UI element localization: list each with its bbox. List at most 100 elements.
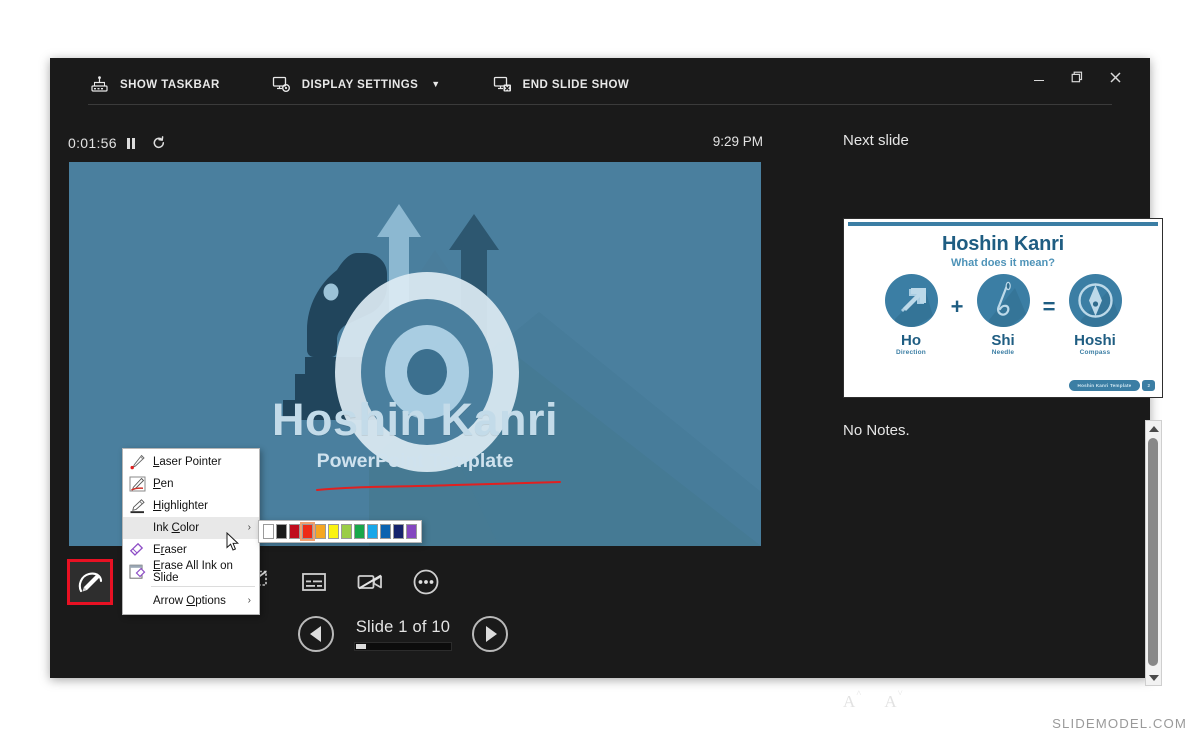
ink-swatch-white[interactable] <box>263 524 274 539</box>
ink-swatch-light-green[interactable] <box>341 524 352 539</box>
pause-timer-button[interactable] <box>117 132 145 154</box>
notes-text: No Notes. <box>843 422 910 439</box>
ink-color-palette <box>258 520 422 543</box>
arrow-up-right-icon <box>884 274 938 327</box>
presenter-top-toolbar: SHOW TASKBAR DISPLAY SETTINGS ▼ END SLID… <box>50 58 1150 106</box>
presenter-view-window: SHOW TASKBAR DISPLAY SETTINGS ▼ END SLID… <box>50 58 1163 711</box>
slide-title: Hoshin Kanri <box>271 394 559 445</box>
ink-swatch-dark-red[interactable] <box>289 524 300 539</box>
restart-icon <box>153 136 164 149</box>
menu-item-highlighter[interactable]: Highlighter <box>123 495 259 517</box>
next-slide-button[interactable] <box>472 616 508 652</box>
toolbar-divider <box>88 104 1112 105</box>
window-controls <box>1022 64 1132 90</box>
camera-button[interactable] <box>350 562 390 602</box>
previous-slide-button[interactable] <box>298 616 334 652</box>
thumbnail-equation-row: Ho Direction + Shi Needle = Hoshi Compas… <box>844 274 1162 356</box>
pause-icon <box>126 137 136 149</box>
menu-item-erase-all-ink[interactable]: Erase All Ink on Slide <box>123 560 259 584</box>
chevron-down-icon: ▼ <box>431 78 441 89</box>
menu-label-pen: Pen <box>153 478 174 490</box>
menu-label-ink-color: Ink Color <box>153 522 200 534</box>
show-taskbar-button[interactable]: SHOW TASKBAR <box>90 74 220 95</box>
next-slide-thumbnail[interactable]: Hoshin Kanri What does it mean? Ho Direc <box>843 218 1163 398</box>
thumbnail-word-ho: Ho <box>901 332 921 349</box>
thumbnail-subtitle: What does it mean? <box>951 257 1055 269</box>
end-show-icon <box>493 76 512 93</box>
eraser-icon <box>129 542 146 558</box>
display-settings-icon <box>272 76 291 93</box>
ink-swatch-purple[interactable] <box>406 524 417 539</box>
pen-tool-icon <box>129 476 146 492</box>
slide-progress-fill <box>356 643 366 649</box>
arrow-right-icon <box>486 626 497 642</box>
menu-label-erase-all-ink: Erase All Ink on Slide <box>153 560 233 584</box>
end-slide-show-button[interactable]: END SLIDE SHOW <box>493 74 630 95</box>
subtitles-button[interactable] <box>294 562 334 602</box>
ink-swatch-yellow[interactable] <box>328 524 339 539</box>
wall-clock: 9:29 PM <box>712 134 763 149</box>
show-taskbar-label: SHOW TASKBAR <box>120 78 220 91</box>
submenu-arrow-icon: › <box>247 522 251 533</box>
end-slide-show-label: END SLIDE SHOW <box>522 78 630 91</box>
ink-swatch-dark-blue[interactable] <box>393 524 404 539</box>
ink-swatch-green[interactable] <box>354 524 365 539</box>
slide-progress-bar[interactable] <box>354 641 452 651</box>
thumbnail-caption-direction: Direction <box>896 348 926 356</box>
display-settings-button[interactable]: DISPLAY SETTINGS ▼ <box>272 74 441 95</box>
thumbnail-operator-equals: = <box>1042 293 1056 319</box>
menu-item-laser-pointer[interactable]: Laser Pointer <box>123 451 259 473</box>
ink-swatch-orange[interactable] <box>315 524 326 539</box>
increase-font-label: A <box>843 692 856 711</box>
compass-icon <box>1068 274 1122 327</box>
ink-swatch-blue[interactable] <box>380 524 391 539</box>
camera-off-icon <box>357 574 382 590</box>
submenu-arrow-icon: › <box>247 595 251 606</box>
scroll-down-button[interactable] <box>1145 669 1162 686</box>
thumbnail-accent-bar <box>848 222 1158 226</box>
timer-group: 0:01:56 <box>68 132 173 154</box>
notes-scrollbar[interactable] <box>1145 420 1162 686</box>
restart-timer-button[interactable] <box>145 132 173 154</box>
caret-down-icon <box>1148 674 1159 681</box>
ink-swatch-light-blue[interactable] <box>367 524 378 539</box>
display-settings-label: DISPLAY SETTINGS <box>301 78 419 91</box>
thumbnail-word-hoshi: Hoshi <box>1074 332 1116 349</box>
decrease-font-button[interactable]: A˅ <box>884 688 902 712</box>
slide-counter: Slide 1 of 10 <box>354 618 452 651</box>
needle-icon <box>976 274 1030 327</box>
increase-font-button[interactable]: A˄ <box>843 688 861 712</box>
restore-button[interactable] <box>1060 64 1094 90</box>
menu-label-laser-pointer: Laser Pointer <box>153 456 222 468</box>
ink-annotation-stroke <box>315 480 565 492</box>
caret-up-icon: ˄ <box>856 688 862 699</box>
thumbnail-caption-needle: Needle <box>991 348 1015 356</box>
pen-tools-button[interactable] <box>67 559 113 605</box>
decrease-font-label: A <box>884 692 897 711</box>
elapsed-timer: 0:01:56 <box>68 135 117 151</box>
scrollbar-thumb[interactable] <box>1148 438 1158 666</box>
minimize-button[interactable] <box>1022 64 1056 90</box>
ink-swatch-black[interactable] <box>276 524 287 539</box>
menu-label-arrow-options: Arrow Options <box>153 595 226 607</box>
thumbnail-footer-page: 2 <box>1142 380 1155 391</box>
more-dots-icon <box>413 569 439 595</box>
menu-label-highlighter: Highlighter <box>153 500 208 512</box>
slide-counter-label: Slide 1 of 10 <box>355 617 451 636</box>
menu-item-pen[interactable]: Pen <box>123 473 259 495</box>
erase-all-icon <box>129 564 146 580</box>
thumbnail-title: Hoshin Kanri <box>941 233 1065 255</box>
pen-icon <box>78 572 103 593</box>
ink-swatch-red[interactable] <box>300 522 315 541</box>
caret-up-icon <box>1148 425 1159 432</box>
scroll-up-button[interactable] <box>1145 420 1162 437</box>
site-watermark: SLIDEMODEL.COM <box>1052 716 1187 731</box>
close-button[interactable] <box>1098 64 1132 90</box>
mouse-cursor <box>226 531 241 557</box>
slide-navigation: Slide 1 of 10 <box>298 616 508 652</box>
thumbnail-caption-compass: Compass <box>1079 348 1111 356</box>
laser-pointer-icon <box>129 454 146 470</box>
caret-down-icon: ˅ <box>897 688 903 699</box>
menu-item-arrow-options[interactable]: Arrow Options › <box>123 590 259 612</box>
more-options-button[interactable] <box>406 562 446 602</box>
